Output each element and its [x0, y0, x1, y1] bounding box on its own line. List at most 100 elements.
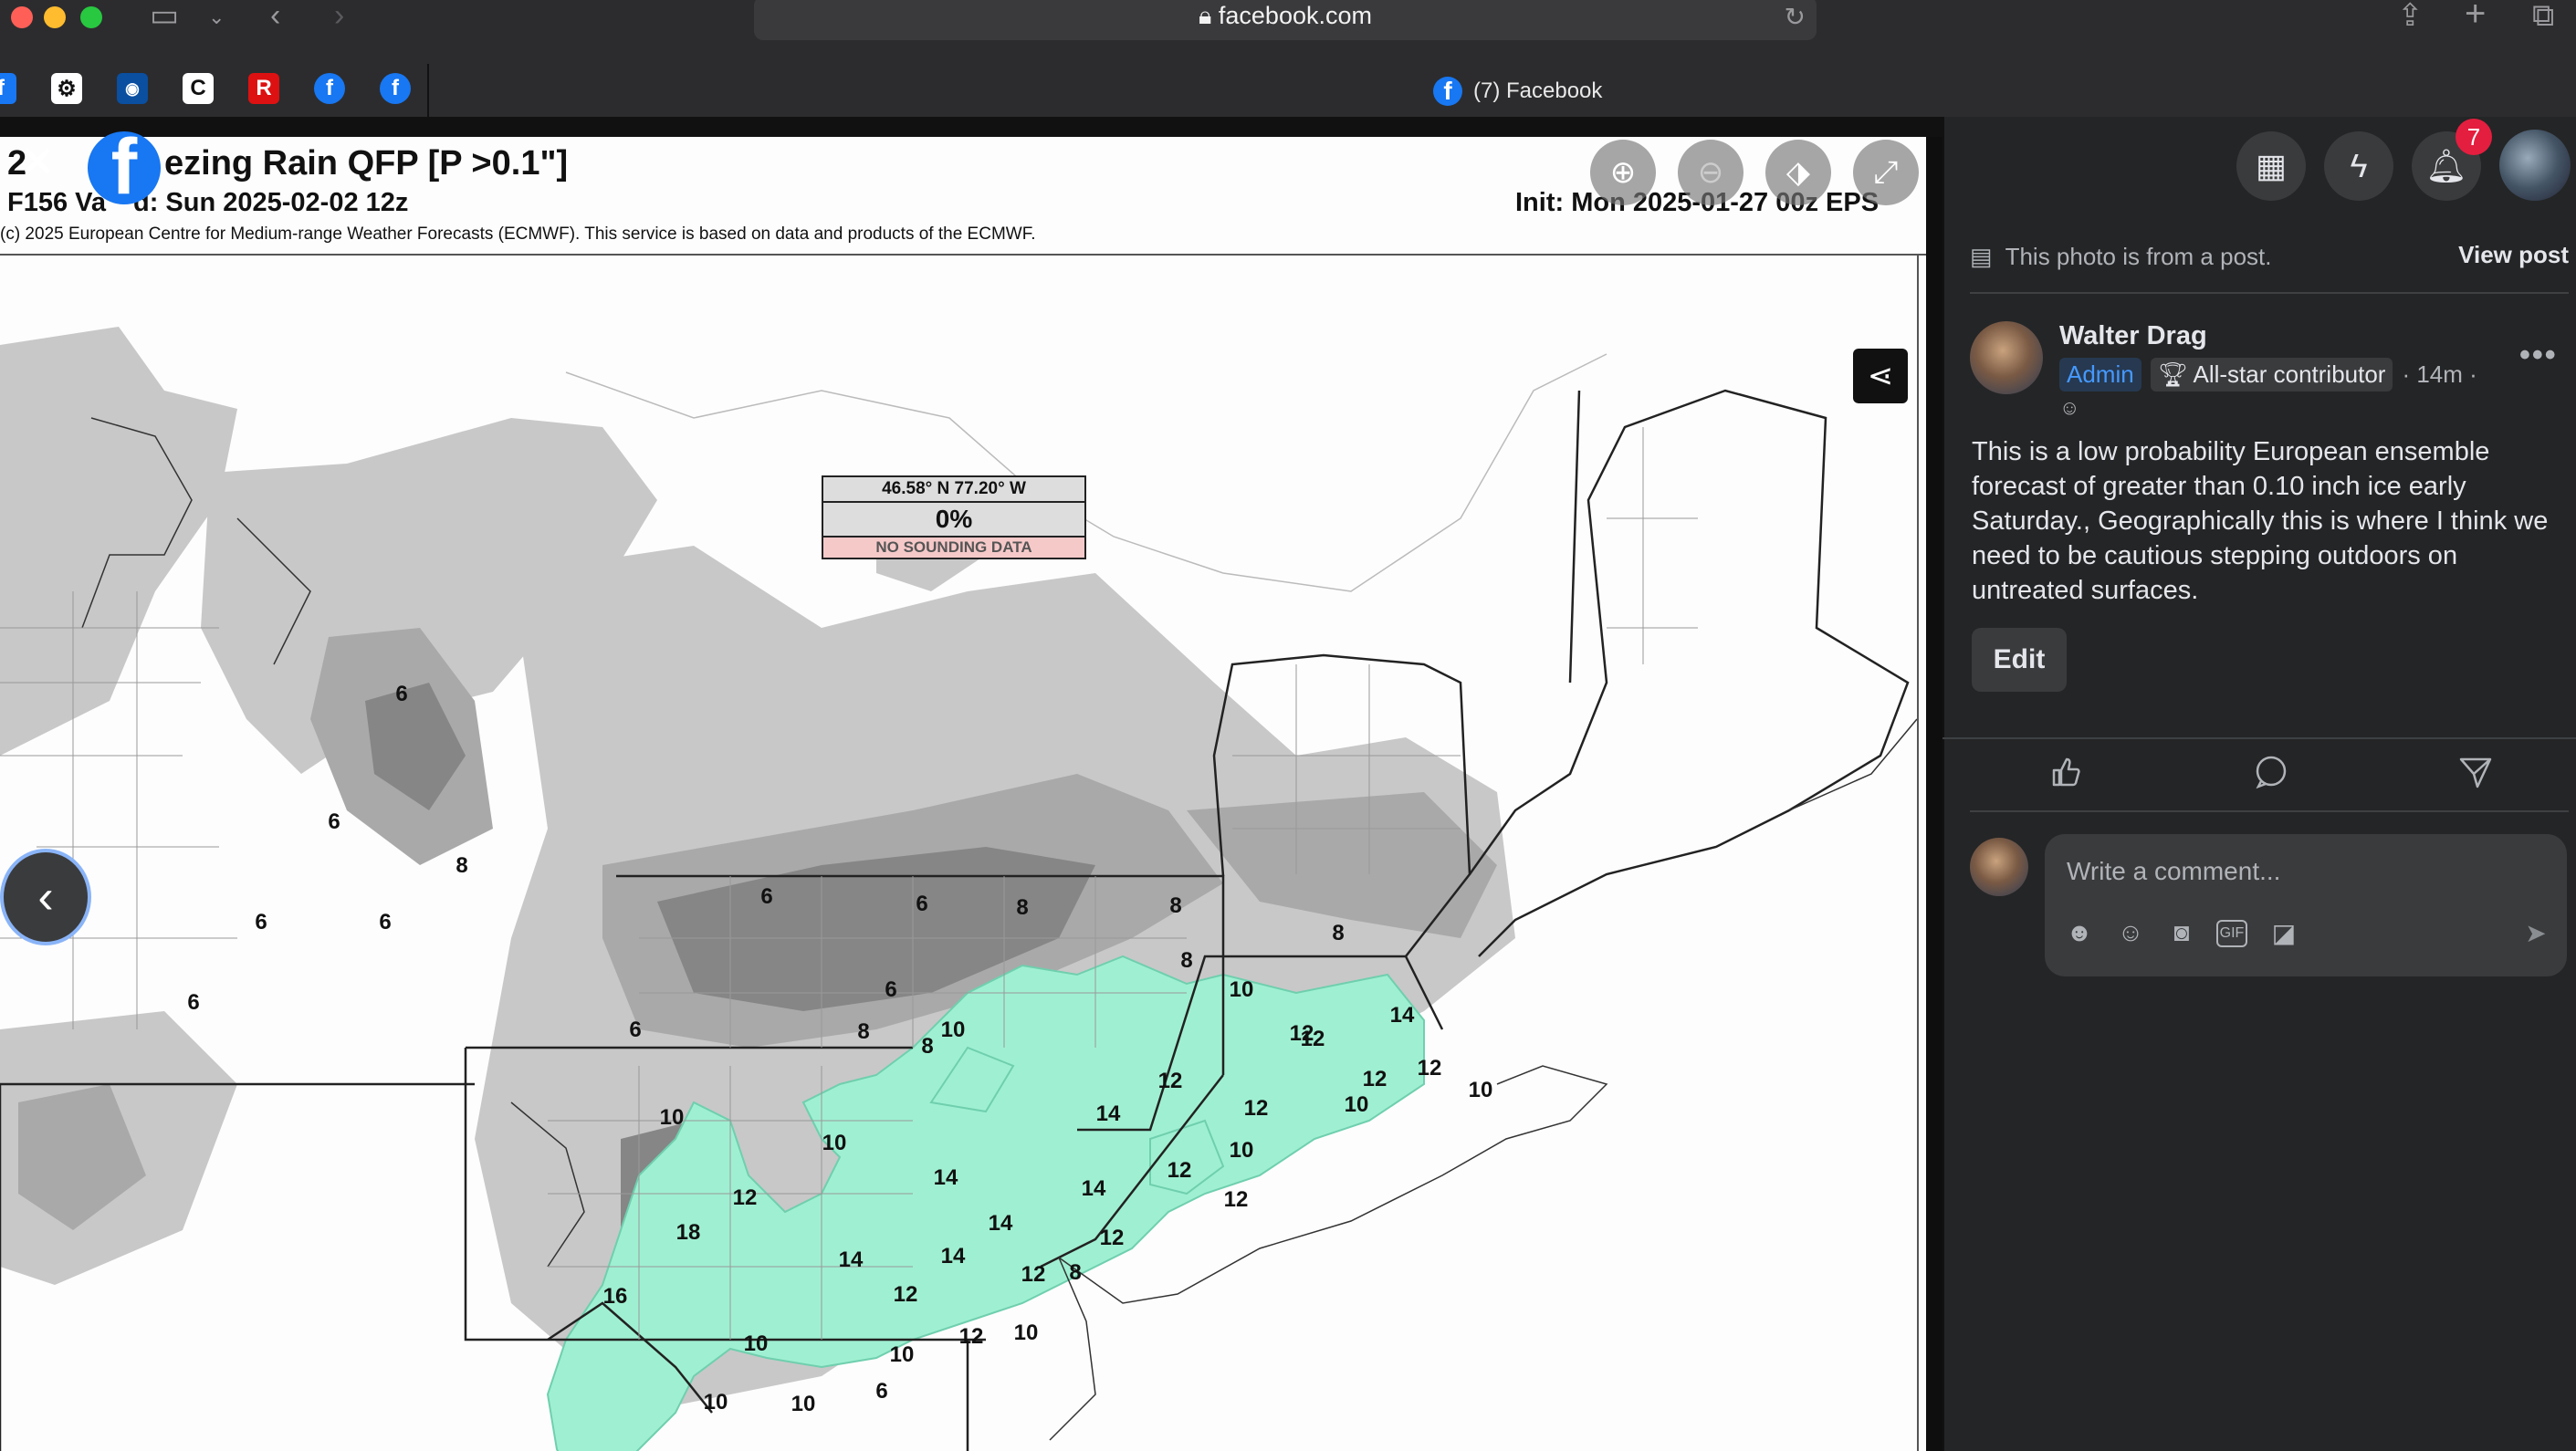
share-icon[interactable]: ⇪ — [2397, 0, 2424, 31]
messenger-icon[interactable]: ϟ — [2324, 131, 2393, 201]
contour-label: 10 — [660, 1105, 685, 1130]
comment-composer[interactable]: ☻ ☺ ◙ GIF ◪ ➤ — [2045, 834, 2567, 976]
commenter-avatar[interactable] — [1970, 838, 2028, 896]
contour-label: 10 — [1230, 1138, 1254, 1163]
contour-label: 12 — [1418, 1056, 1442, 1080]
contour-label: 10 — [822, 1131, 847, 1155]
post-meta: Admin 🏆︎ All-star contributor · 14m · — [2059, 358, 2477, 391]
zoom-in-icon[interactable]: ⊕ — [1590, 140, 1656, 205]
post-timestamp[interactable]: · 14m · — [2402, 360, 2477, 389]
contour-label: 6 — [395, 682, 407, 706]
contour-label: 6 — [885, 977, 896, 1002]
previous-photo-button[interactable]: ‹ — [0, 849, 91, 945]
like-icon[interactable] — [2047, 752, 2087, 792]
contour-label: 10 — [744, 1331, 769, 1356]
facebook-favicon[interactable]: f — [0, 73, 16, 104]
author-name[interactable]: Walter Drag — [2059, 321, 2207, 351]
contour-label: 6 — [760, 884, 772, 909]
contour-label: 12 — [894, 1282, 918, 1307]
contour-label: 12 — [1168, 1158, 1192, 1183]
probe-note: NO SOUNDING DATA — [823, 538, 1084, 558]
contour-label: 8 — [1069, 1260, 1081, 1285]
facebook-logo[interactable]: f — [88, 131, 161, 204]
emoji-icon[interactable]: ☺ — [2114, 916, 2147, 949]
contributor-badge-label: All-star contributor — [2193, 360, 2386, 388]
address-bar[interactable]: 🔒︎ facebook.com ↻ — [754, 0, 1817, 40]
comment-icon[interactable] — [2251, 752, 2291, 792]
contour-label: 12 — [1224, 1187, 1249, 1212]
reload-icon[interactable]: ↻ — [1785, 2, 1806, 33]
divider — [1970, 810, 2569, 812]
url-text: facebook.com — [1218, 2, 1372, 29]
forward-icon[interactable]: › — [334, 0, 344, 31]
valid-time-prefix: F156 Va — [7, 188, 107, 217]
contour-label: 12 — [1244, 1096, 1269, 1121]
post-text: This is a low probability European ensem… — [1972, 437, 2549, 605]
sticker-icon[interactable]: ◪ — [2267, 916, 2300, 949]
facebook-favicon[interactable]: f — [380, 73, 411, 104]
contour-label: 6 — [875, 1379, 887, 1404]
close-viewer-button[interactable]: ✕ — [13, 139, 62, 188]
contour-label: 6 — [379, 910, 391, 934]
sounding-probe-box: 46.58° N 77.20° W 0% NO SOUNDING DATA — [822, 475, 1086, 559]
camera-icon[interactable]: ◙ — [2165, 916, 2198, 949]
divider — [1942, 737, 2576, 739]
contour-label: 10 — [1230, 977, 1254, 1002]
tab-facebook[interactable]: f (7) Facebook — [1433, 73, 1602, 110]
tabs-icon[interactable]: ⧉ — [2532, 0, 2554, 31]
contour-label: 12 — [1363, 1067, 1387, 1091]
contour-label: 14 — [1096, 1101, 1121, 1126]
contour-label: 14 — [989, 1211, 1013, 1236]
notification-count-badge: 7 — [2456, 119, 2492, 155]
back-icon[interactable]: ‹ — [270, 0, 280, 31]
tab-title: (7) Facebook — [1473, 78, 1603, 103]
sidebar-icon[interactable]: ▭ — [150, 0, 179, 31]
browser-toolbar: ▭ ⌄ ‹ › 🔒︎ facebook.com ↻ ⇪ + ⧉ — [0, 0, 2576, 64]
contour-label: 14 — [1082, 1176, 1106, 1201]
from-post-text: This photo is from a post. — [2005, 242, 2272, 270]
gif-icon[interactable]: GIF — [2216, 920, 2247, 947]
contour-label: 12 — [1021, 1262, 1046, 1287]
account-avatar[interactable] — [2499, 130, 2571, 201]
comment-input[interactable] — [2065, 852, 2543, 891]
chevron-down-icon[interactable]: ⌄ — [208, 2, 225, 33]
minimize-window-button[interactable] — [44, 6, 66, 28]
avatar-sticker-icon[interactable]: ☻ — [2063, 916, 2096, 949]
author-avatar[interactable] — [1970, 321, 2043, 394]
facebook-favicon[interactable]: f — [314, 73, 345, 104]
tag-icon[interactable]: ⬗ — [1765, 140, 1831, 205]
contour-label: 14 — [934, 1165, 958, 1190]
contour-label: 8 — [1016, 895, 1028, 920]
audience-icon[interactable]: ☺ — [2059, 396, 2079, 420]
contour-label: 8 — [456, 853, 467, 878]
fullscreen-icon[interactable]: ⤢ — [1853, 140, 1919, 205]
contour-label: 6 — [916, 892, 927, 916]
map-share-icon[interactable]: ⋖ — [1853, 349, 1908, 403]
close-window-button[interactable] — [11, 6, 33, 28]
contributor-badge[interactable]: 🏆︎ All-star contributor — [2150, 358, 2393, 391]
new-tab-icon[interactable]: + — [2465, 0, 2486, 32]
contour-label: 12 — [733, 1185, 758, 1210]
contour-label: 10 — [1014, 1321, 1039, 1345]
zoom-window-button[interactable] — [80, 6, 102, 28]
valid-time: d: Sun 2025-02-02 12z — [133, 188, 409, 217]
post-icon: ▤ — [1970, 242, 1993, 270]
edit-button[interactable]: Edit — [1972, 628, 2067, 692]
contour-label: 6 — [328, 809, 340, 834]
weather-app-icon[interactable]: C — [183, 73, 214, 104]
contour-label: 8 — [1180, 948, 1192, 973]
contour-label: 12 — [1100, 1226, 1125, 1250]
send-icon[interactable] — [2456, 752, 2496, 792]
zoom-out-icon[interactable]: ⊖ — [1678, 140, 1744, 205]
contour-label: 18 — [676, 1220, 701, 1245]
grid-menu-icon[interactable]: ▦ — [2236, 131, 2306, 201]
noaa-icon[interactable]: ◉ — [117, 73, 148, 104]
view-post-link[interactable]: View post — [2458, 241, 2569, 269]
admin-badge[interactable]: Admin — [2059, 358, 2141, 391]
contour-label: 8 — [857, 1019, 869, 1044]
r-app-icon[interactable]: R — [248, 73, 279, 104]
contour-label: 10 — [941, 1018, 966, 1042]
submit-comment-icon[interactable]: ➤ — [2519, 916, 2552, 949]
more-options-icon[interactable]: ••• — [2519, 338, 2558, 373]
gear-icon[interactable]: ⚙ — [51, 73, 82, 104]
